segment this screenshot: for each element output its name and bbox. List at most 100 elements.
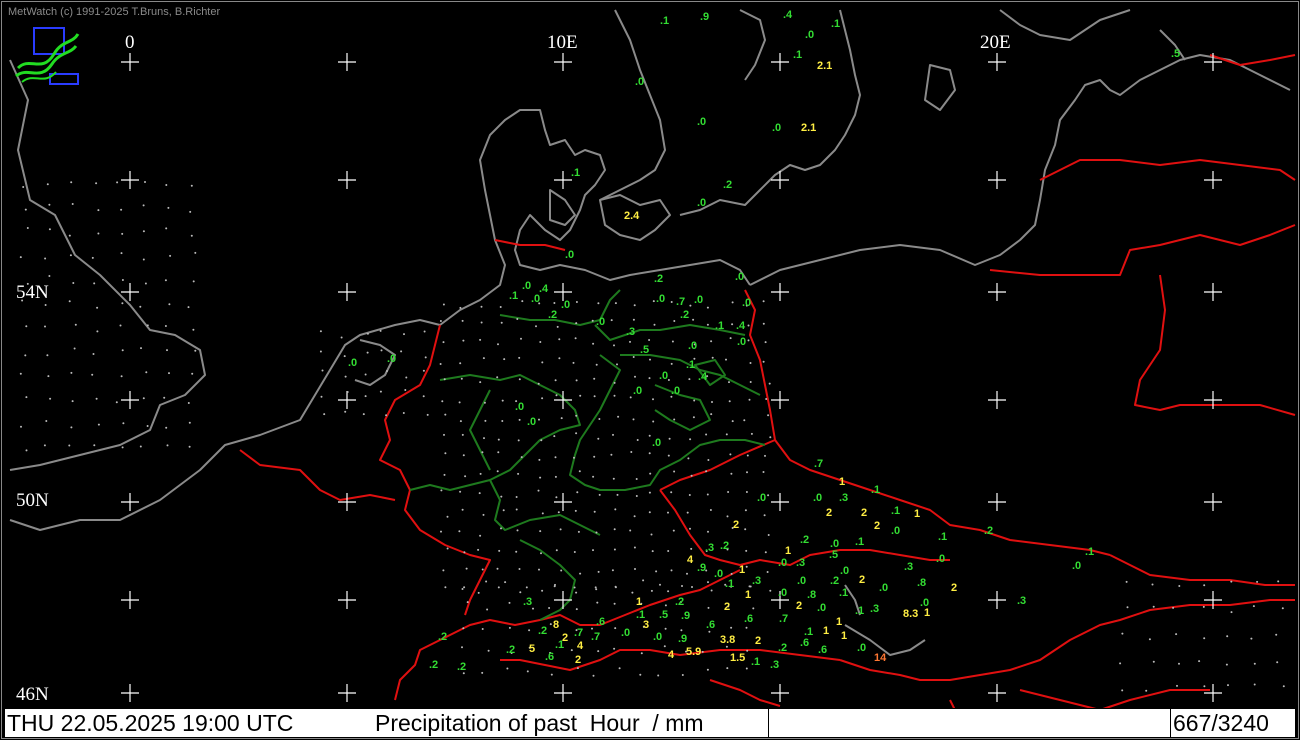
station-dot xyxy=(762,322,765,325)
station-dot xyxy=(693,399,696,402)
station-dot xyxy=(632,356,635,358)
station-dot xyxy=(593,395,596,398)
station-dot xyxy=(764,341,767,344)
station-dot xyxy=(729,337,732,340)
station-dot xyxy=(636,439,639,441)
station-dot xyxy=(1276,661,1279,664)
station-dot xyxy=(593,455,596,458)
precip-value: .1 xyxy=(751,656,760,668)
precip-value: .2 xyxy=(680,309,689,321)
station-dot xyxy=(142,397,145,400)
station-dot xyxy=(69,254,72,257)
station-dot xyxy=(767,414,770,417)
station-dot xyxy=(71,400,74,403)
station-dot xyxy=(707,581,709,584)
station-dot xyxy=(518,568,521,570)
station-dot xyxy=(515,508,518,511)
station-dot xyxy=(47,375,50,378)
precip-value: .7 xyxy=(814,458,823,470)
station-dot xyxy=(579,572,582,575)
metwatch-logo-icon xyxy=(15,27,80,85)
station-dot xyxy=(362,413,365,416)
precip-value: .6 xyxy=(800,637,809,649)
station-dot xyxy=(663,645,666,648)
precip-value: 1 xyxy=(924,607,930,619)
station-dot xyxy=(689,527,691,530)
station-dot xyxy=(711,356,714,359)
station-dot xyxy=(497,438,500,441)
precip-value: .7 xyxy=(574,627,583,639)
station-dot xyxy=(93,282,96,285)
precip-value: .0 xyxy=(840,565,849,577)
precip-value: .7 xyxy=(779,613,788,625)
precip-value: .1 xyxy=(871,484,880,496)
station-dot xyxy=(517,472,520,475)
station-dot xyxy=(440,489,443,492)
station-dot xyxy=(19,372,22,375)
precip-value: .2 xyxy=(675,596,684,608)
precip-value: .3 xyxy=(770,659,779,671)
station-dot xyxy=(74,323,77,326)
station-dot xyxy=(710,413,713,416)
station-dot xyxy=(710,340,713,343)
station-dot xyxy=(481,451,484,454)
station-dot xyxy=(164,279,167,282)
precip-value: .1 xyxy=(660,15,669,27)
precip-value: .4 xyxy=(736,320,746,332)
station-dot xyxy=(762,360,765,363)
station-dot xyxy=(500,321,503,324)
station-dot xyxy=(518,378,521,381)
station-dot xyxy=(707,459,710,461)
station-dot xyxy=(528,629,531,632)
station-dot xyxy=(558,357,561,360)
precip-value: .5 xyxy=(659,609,668,621)
station-dot xyxy=(632,318,635,321)
station-dot xyxy=(526,670,529,673)
station-dot xyxy=(24,354,27,357)
station-dot xyxy=(639,673,642,676)
precip-value: .2 xyxy=(654,273,663,285)
station-dot xyxy=(48,275,51,277)
station-dot xyxy=(540,552,542,555)
precip-value: 1 xyxy=(636,596,642,608)
station-dot xyxy=(91,256,94,259)
station-dot xyxy=(379,329,382,332)
station-dot xyxy=(1282,685,1285,688)
station-dot xyxy=(497,343,499,346)
precip-value: .0 xyxy=(697,116,706,128)
station-dot xyxy=(557,511,560,514)
precip-value: 1 xyxy=(745,589,751,601)
precip-value: .5 xyxy=(829,549,838,561)
station-dot xyxy=(668,437,671,440)
station-dot xyxy=(655,570,658,573)
precip-value: .0 xyxy=(561,299,570,311)
station-dot xyxy=(610,319,613,322)
precip-value: .2 xyxy=(538,625,547,637)
station-dot xyxy=(575,322,578,325)
station-dot xyxy=(121,279,124,281)
station-dot xyxy=(617,415,620,418)
station-dot xyxy=(426,413,429,416)
station-dot xyxy=(640,652,643,655)
precip-value: .2 xyxy=(457,661,466,673)
station-dot xyxy=(422,369,425,372)
station-dot xyxy=(188,421,191,424)
station-dot xyxy=(503,358,506,361)
station-dot xyxy=(554,475,557,478)
station-dot xyxy=(1151,583,1154,586)
station-dot xyxy=(689,304,692,307)
station-dot xyxy=(575,608,578,611)
station-dot xyxy=(752,607,755,610)
station-dot xyxy=(48,203,51,206)
station-dot xyxy=(670,301,673,303)
station-dot xyxy=(121,446,124,449)
precip-value: .0 xyxy=(653,631,662,643)
station-dot xyxy=(145,371,148,374)
station-dot xyxy=(441,400,444,403)
station-dot xyxy=(379,390,382,393)
status-footer: THU 22.05.2025 19:00 UTC Precipitation o… xyxy=(4,708,1296,738)
lon-label-10e: 10E xyxy=(547,32,578,53)
station-dot xyxy=(1152,605,1155,608)
station-dot xyxy=(731,323,734,326)
station-dot xyxy=(749,381,752,383)
